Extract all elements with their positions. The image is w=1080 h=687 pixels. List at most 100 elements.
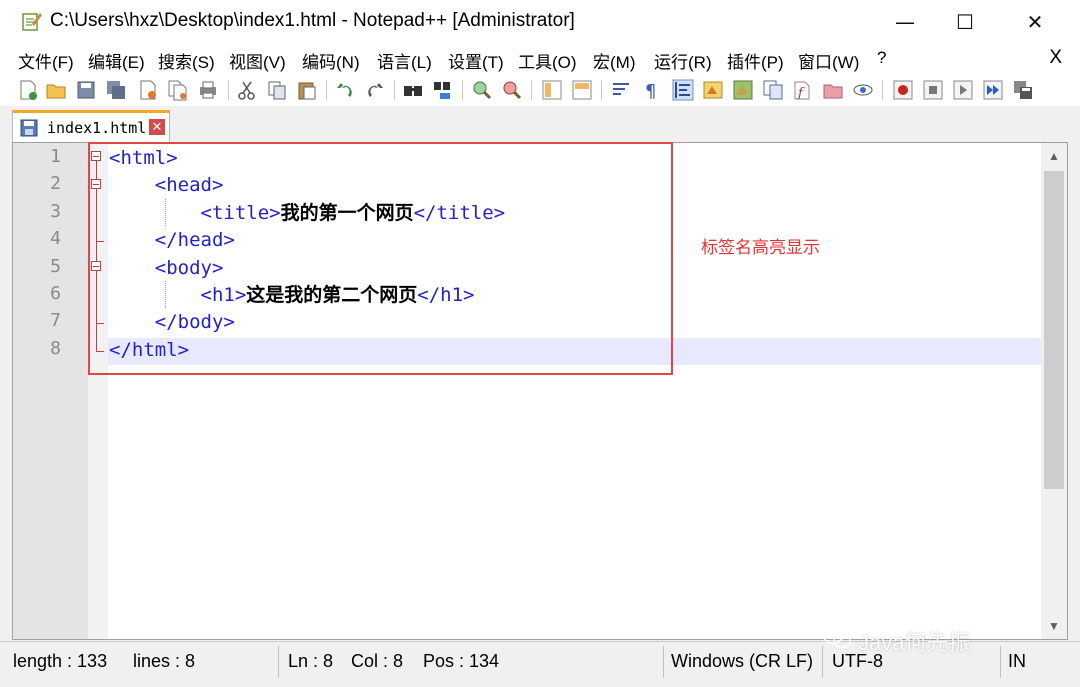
maximize-icon: ☐: [956, 10, 974, 34]
run-macro-multiple-icon[interactable]: [982, 79, 1004, 101]
watermark: Java何先振: [822, 625, 971, 657]
zoom-in-icon[interactable]: [471, 79, 493, 101]
monitoring-icon[interactable]: [852, 79, 874, 101]
indent-guide-icon[interactable]: [672, 79, 694, 101]
line-number: 3: [50, 201, 61, 222]
line-number: 5: [50, 256, 61, 277]
paste-icon[interactable]: [296, 79, 318, 101]
menu-edit[interactable]: 编辑(E): [88, 48, 145, 73]
wechat-icon: [822, 626, 851, 649]
new-file-icon[interactable]: [17, 79, 39, 101]
status-separator: [278, 646, 279, 678]
menu-window[interactable]: 窗口(W): [798, 48, 859, 73]
tab-bar: index1.html ✕: [0, 106, 1080, 142]
watermark-text: Java何先振: [858, 630, 971, 655]
menu-tools[interactable]: 工具(O): [518, 48, 577, 73]
line-number: 8: [50, 338, 61, 359]
editor-area[interactable]: 1 2 3 4 5 6 7 8 <html> <head> <title>我的第…: [12, 142, 1068, 640]
toolbar-separator: [531, 80, 532, 100]
annotation-highlight-box: [88, 142, 673, 375]
minimize-icon: —: [895, 10, 915, 34]
stop-macro-icon[interactable]: [922, 79, 944, 101]
status-column: Col : 8: [351, 651, 404, 671]
zoom-out-icon[interactable]: [501, 79, 523, 101]
print-icon[interactable]: [197, 79, 219, 101]
save-icon[interactable]: [75, 79, 97, 101]
status-line: Ln : 8: [288, 651, 334, 671]
open-file-icon[interactable]: [45, 79, 67, 101]
toolbar-separator: [462, 80, 463, 100]
menu-macro[interactable]: 宏(M): [593, 48, 635, 73]
line-number: 1: [50, 146, 61, 167]
notepadpp-app-icon: [22, 13, 42, 31]
cut-icon[interactable]: [236, 79, 258, 101]
status-position: Pos : 134: [423, 651, 500, 671]
folder-as-workspace-icon[interactable]: f: [792, 79, 814, 101]
status-length: length : 133: [13, 651, 108, 671]
play-macro-icon[interactable]: [952, 79, 974, 101]
minimize-button[interactable]: —: [875, 0, 935, 44]
word-wrap-icon[interactable]: [610, 79, 632, 101]
sync-horizontal-icon[interactable]: [571, 79, 593, 101]
line-number: 2: [50, 173, 61, 194]
menu-language[interactable]: 语言(L): [377, 48, 432, 73]
find-icon[interactable]: [402, 79, 424, 101]
close-file-icon[interactable]: [137, 79, 159, 101]
save-macro-icon[interactable]: [1012, 79, 1034, 101]
menu-help[interactable]: ?: [877, 48, 886, 68]
menu-settings[interactable]: 设置(T): [448, 48, 504, 73]
toolbar-separator: [228, 80, 229, 100]
line-number: 6: [50, 283, 61, 304]
toolbar: ¶ f: [0, 74, 1080, 107]
project-panel-icon[interactable]: [822, 79, 844, 101]
scrollbar-thumb[interactable]: [1044, 171, 1064, 489]
saved-file-icon: [20, 119, 38, 137]
save-all-icon[interactable]: [105, 79, 127, 101]
menu-encoding[interactable]: 编码(N): [302, 48, 360, 73]
maximize-button[interactable]: ☐: [935, 0, 995, 44]
document-map-icon[interactable]: [732, 79, 754, 101]
undo-icon[interactable]: [334, 79, 356, 101]
status-separator: [663, 646, 664, 678]
menu-plugins[interactable]: 插件(P): [727, 48, 784, 73]
tab-label: index1.html: [47, 119, 147, 137]
close-document-button[interactable]: X: [1049, 47, 1062, 69]
scroll-up-icon[interactable]: ▲: [1041, 143, 1067, 169]
title-bar: C:\Users\hxz\Desktop\index1.html - Notep…: [0, 0, 1080, 44]
window-title: C:\Users\hxz\Desktop\index1.html - Notep…: [50, 10, 575, 31]
menu-file[interactable]: 文件(F): [18, 48, 74, 73]
close-icon: ✕: [1026, 10, 1044, 34]
svg-text:¶: ¶: [645, 81, 656, 101]
toolbar-separator: [601, 80, 602, 100]
close-all-icon[interactable]: [167, 79, 189, 101]
tab-index1-html[interactable]: index1.html ✕: [12, 110, 170, 142]
redo-icon[interactable]: [364, 79, 386, 101]
status-lines: lines : 8: [133, 651, 196, 671]
line-number-gutter: 1 2 3 4 5 6 7 8: [13, 143, 88, 639]
close-window-button[interactable]: ✕: [1005, 0, 1065, 44]
scroll-down-icon[interactable]: ▼: [1041, 613, 1067, 639]
tab-close-icon[interactable]: ✕: [149, 119, 165, 135]
user-defined-language-icon[interactable]: [702, 79, 724, 101]
notepadpp-window: C:\Users\hxz\Desktop\index1.html - Notep…: [0, 0, 1080, 687]
record-macro-icon[interactable]: [892, 79, 914, 101]
show-all-chars-icon[interactable]: ¶: [640, 79, 662, 101]
status-insert-mode: IN: [1008, 651, 1026, 671]
menu-bar: 文件(F) 编辑(E) 搜索(S) 视图(V) 编码(N) 语言(L) 设置(T…: [0, 44, 1080, 74]
replace-icon[interactable]: [432, 79, 454, 101]
copy-icon[interactable]: [266, 79, 288, 101]
menu-search[interactable]: 搜索(S): [158, 48, 215, 73]
annotation-label: 标签名高亮显示: [701, 238, 820, 257]
status-separator: [1000, 646, 1001, 678]
vertical-scrollbar[interactable]: ▲ ▼: [1041, 143, 1067, 639]
toolbar-separator: [394, 80, 395, 100]
toolbar-separator: [326, 80, 327, 100]
status-eol[interactable]: Windows (CR LF): [671, 651, 813, 672]
toolbar-separator: [882, 80, 883, 100]
sync-vertical-icon[interactable]: [541, 79, 563, 101]
line-number: 7: [50, 310, 61, 331]
menu-run[interactable]: 运行(R): [654, 48, 712, 73]
menu-view[interactable]: 视图(V): [229, 48, 286, 73]
function-list-icon[interactable]: [762, 79, 784, 101]
line-number: 4: [50, 228, 61, 249]
